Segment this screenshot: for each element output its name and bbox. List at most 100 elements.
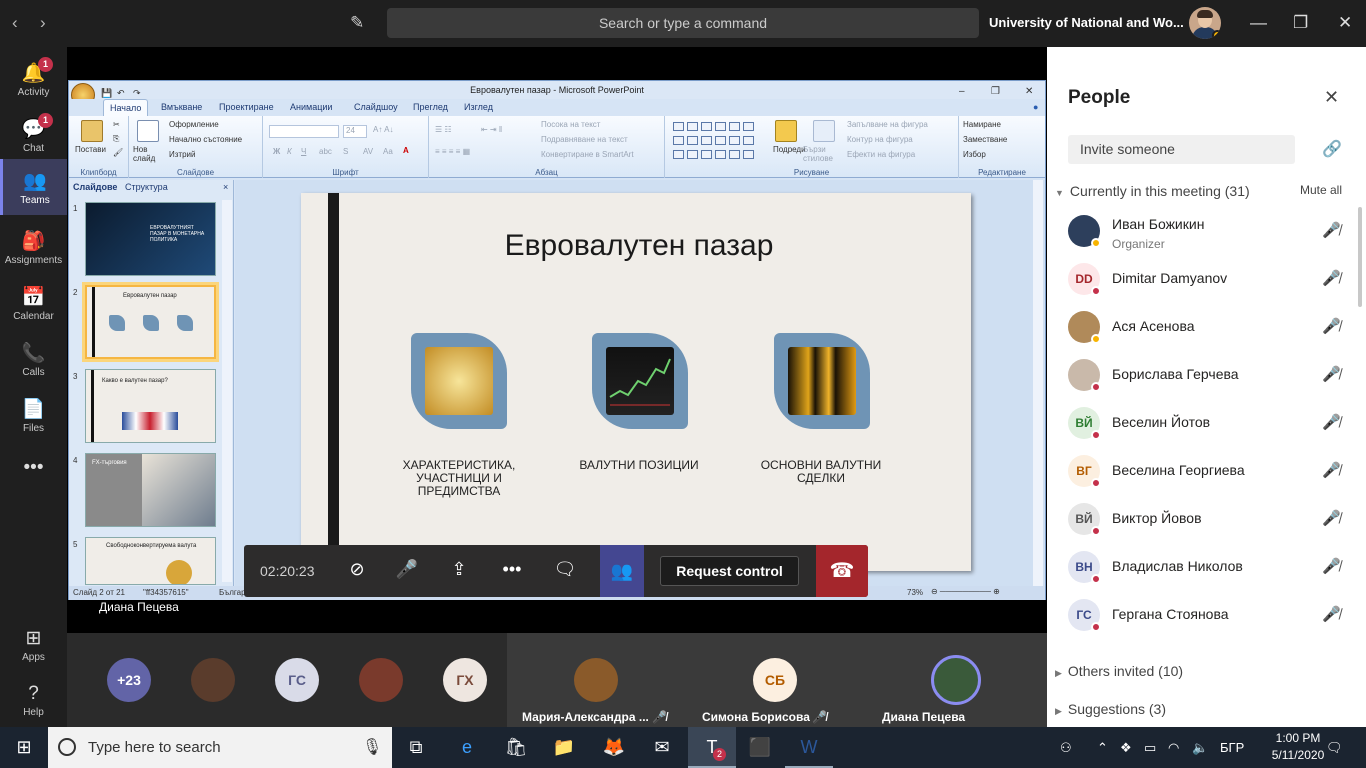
mic-muted-icon[interactable]: 🎤̸ [1322, 365, 1341, 383]
people-tray-icon[interactable]: ⚇ [1060, 727, 1072, 768]
mute-all-button[interactable]: Mute all [1300, 183, 1342, 197]
arrange-icon[interactable] [775, 120, 797, 142]
font-size-box[interactable]: 24 [343, 125, 367, 138]
spacing-icon[interactable]: AV [363, 147, 373, 156]
mic-muted-icon[interactable]: 🎤̸ [1322, 269, 1341, 287]
back-icon[interactable]: ‹ [12, 13, 18, 33]
participant-row[interactable]: Борислава Герчева 🎤̸ [1047, 351, 1366, 399]
mic-off-icon[interactable]: 🎤 [392, 559, 422, 583]
volume-icon[interactable]: 🔈 [1192, 727, 1208, 768]
ribbon-tab-home[interactable]: Начало [103, 99, 149, 116]
more-actions-icon[interactable]: ••• [497, 559, 527, 583]
minimize-icon[interactable]: — [1250, 13, 1267, 33]
participant-tile[interactable]: СБ Симона Борисова 🎤̸ [687, 633, 867, 727]
pane-close-icon[interactable]: × [223, 182, 228, 192]
profile-avatar[interactable] [1189, 7, 1221, 39]
participant-row[interactable]: ВЙ Веселин Йотов 🎤̸ [1047, 399, 1366, 447]
mail-icon[interactable]: ✉ [638, 727, 686, 768]
ppt-help-icon[interactable]: ● [1033, 102, 1038, 112]
mic-muted-icon[interactable]: 🎤̸ [1322, 605, 1341, 623]
invite-input[interactable]: Invite someone [1068, 135, 1295, 164]
bullets-icon[interactable]: ☰ ☷ [435, 125, 452, 134]
shape-outline-button[interactable]: Контур на фигура [847, 135, 913, 144]
mic-muted-icon[interactable]: 🎤̸ [1322, 461, 1341, 479]
text-direction-button[interactable]: Посока на текст [541, 120, 600, 129]
participant-tile-speaking[interactable]: Диана Пецева [867, 633, 1047, 727]
ribbon-tab-slideshow[interactable]: Слайдшоу [354, 102, 398, 112]
command-search-box[interactable]: Search or type a command [387, 8, 979, 38]
notifications-icon[interactable]: 🗨 [1326, 727, 1343, 768]
mic-muted-icon[interactable]: 🎤̸ [1322, 317, 1341, 335]
underline-icon[interactable]: Ч [301, 147, 306, 156]
section-current[interactable]: ▼ Currently in this meeting (31) [1055, 183, 1250, 199]
microphone-icon[interactable]: 🎙 [362, 737, 382, 757]
rail-files[interactable]: 📄 Files [0, 387, 67, 443]
arrange-button[interactable]: Подреди [773, 145, 806, 154]
participant-row[interactable]: ВГ Веселина Георгиева 🎤̸ [1047, 447, 1366, 495]
chat-toggle-icon[interactable]: 🗨 [550, 559, 580, 583]
align-text-button[interactable]: Подравняване на текст [541, 135, 628, 144]
battery-icon[interactable]: ▭ [1144, 727, 1156, 768]
dropbox-icon[interactable]: ❖ [1120, 727, 1132, 768]
rail-help[interactable]: ? Help [0, 673, 67, 729]
participant-row[interactable]: DD Dimitar Damyanov 🎤̸ [1047, 255, 1366, 303]
participant-initials[interactable]: ГС [275, 658, 319, 702]
ribbon-tab-view[interactable]: Изглед [464, 102, 493, 112]
mic-muted-icon[interactable]: 🎤̸ [1322, 557, 1341, 575]
rail-calls[interactable]: 📞 Calls [0, 331, 67, 387]
section-others[interactable]: ▶ Others invited (10) [1055, 663, 1183, 679]
slide-thumb-1[interactable]: ЕВРОВАЛУТНИЯТ ПАЗАР В МОНЕТАРНА ПОЛИТИКА [85, 202, 216, 276]
shadow-icon[interactable]: S [343, 147, 348, 156]
layout-button[interactable]: Оформление [169, 120, 219, 129]
rail-calendar[interactable]: 📅 Calendar [0, 275, 67, 331]
copy-link-icon[interactable]: 🔗 [1322, 139, 1342, 159]
org-switcher[interactable]: University of National and Wo... ⌄ [989, 15, 1198, 31]
participants-icon[interactable]: 👥 [600, 545, 644, 597]
participant-tile[interactable]: Мария-Александра ... 🎤̸ [507, 633, 687, 727]
replace-button[interactable]: Заместване [963, 135, 1007, 144]
rail-activity[interactable]: 🔔 1 Activity [0, 51, 67, 107]
tab-outline[interactable]: Структура [125, 182, 168, 192]
shape-effects-button[interactable]: Ефекти на фигура [847, 150, 915, 159]
file-explorer-icon[interactable]: 📁 [540, 727, 588, 768]
participant-row[interactable]: Ася Асенова 🎤̸ [1047, 303, 1366, 351]
request-control-button[interactable]: Request control [660, 556, 799, 586]
section-suggestions[interactable]: ▶ Suggestions (3) [1055, 701, 1166, 717]
grow-font-icon[interactable]: A↑ A↓ [373, 125, 393, 134]
mic-muted-icon[interactable]: 🎤̸ [1322, 221, 1341, 239]
word-icon[interactable]: W [785, 727, 833, 768]
italic-icon[interactable]: К [287, 147, 292, 156]
camera-off-icon[interactable]: ⊘ [342, 559, 372, 583]
slide-thumb-3[interactable]: Какво е валутен пазар? [85, 369, 216, 443]
participant-row[interactable]: Иван Божикин Organizer 🎤̸ [1047, 207, 1366, 255]
task-view-icon[interactable]: ⧉ [392, 727, 440, 768]
mic-muted-icon[interactable]: 🎤̸ [1322, 413, 1341, 431]
participant-row[interactable]: ГС Гергана Стоянова 🎤̸ [1047, 591, 1366, 639]
store-icon[interactable]: 🛍 [492, 727, 540, 768]
zoom-slider[interactable]: ⊖ ───────── ⊕ [931, 587, 1000, 596]
panel-close-icon[interactable]: ✕ [1324, 87, 1339, 108]
rail-assignments[interactable]: 🎒 Assignments [0, 219, 67, 275]
maximize-icon[interactable]: ❐ [1293, 13, 1308, 33]
ribbon-tab-design[interactable]: Проектиране [219, 102, 274, 112]
new-slide-icon[interactable] [137, 120, 159, 142]
paste-icon[interactable] [81, 120, 103, 142]
find-button[interactable]: Намиране [963, 120, 1001, 129]
participant-row[interactable]: ВЙ Виктор Йовов 🎤̸ [1047, 495, 1366, 543]
participant-avatar[interactable] [359, 658, 403, 702]
rail-more[interactable]: ••• [0, 447, 67, 503]
delete-button[interactable]: Изтрий [169, 150, 195, 159]
ribbon-tab-insert[interactable]: Вмъкване [161, 102, 202, 112]
clock[interactable]: 1:00 PM 5/11/2020 [1266, 730, 1330, 764]
copy-icon[interactable]: ⎘ [113, 134, 119, 144]
windows-start-icon[interactable]: ⊞ [0, 727, 48, 768]
select-button[interactable]: Избор [963, 150, 986, 159]
participant-avatar[interactable] [191, 658, 235, 702]
hang-up-icon[interactable]: ☎ [816, 545, 868, 597]
teams-taskbar-icon[interactable]: T [688, 727, 736, 768]
slide-thumb-5[interactable]: Свободноконвертируема валута [85, 537, 216, 585]
ribbon-tab-review[interactable]: Преглед [413, 102, 448, 112]
firefox-icon[interactable]: 🦊 [590, 727, 638, 768]
share-screen-icon[interactable]: ⇪ [444, 559, 474, 583]
participant-initials[interactable]: ГХ [443, 658, 487, 702]
